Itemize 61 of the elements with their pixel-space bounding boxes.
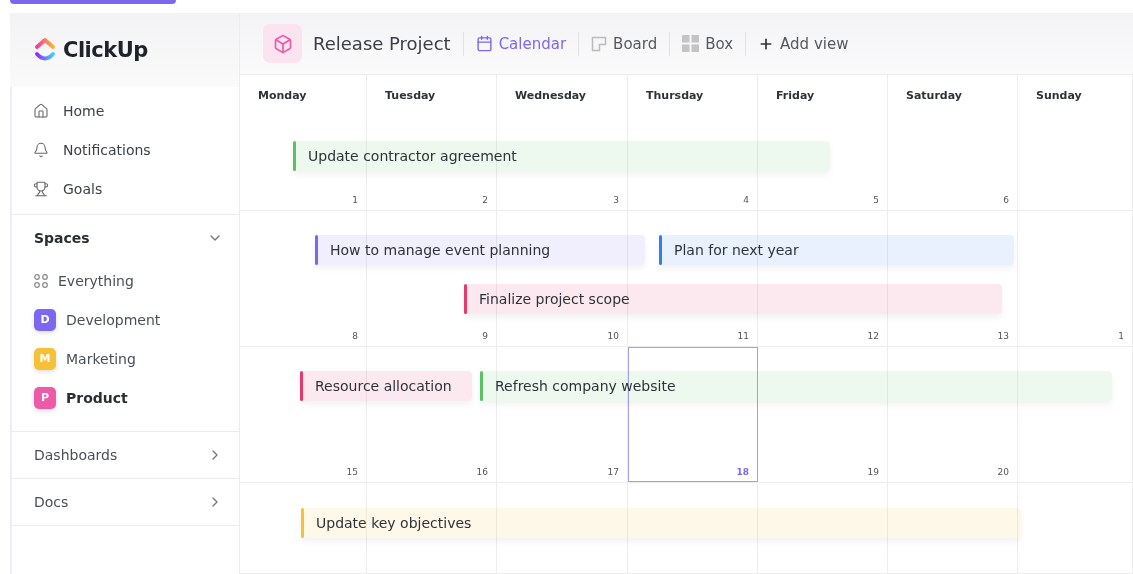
date-number: 4 [743, 195, 749, 205]
nav-item[interactable]: Notifications [63, 141, 151, 158]
section-title[interactable]: Dashboards [34, 447, 118, 463]
trophy-icon [33, 180, 49, 197]
day-name: Saturday [906, 89, 963, 102]
day-name: Monday [258, 89, 308, 102]
board-icon [591, 35, 608, 52]
date-number: 16 [476, 467, 488, 477]
date-number: 11 [737, 331, 749, 341]
view-tab[interactable]: Box [670, 34, 746, 53]
date-number: 18 [736, 467, 749, 477]
space-item[interactable]: Everything [10, 261, 239, 300]
event-bar[interactable]: Update key objectives [301, 508, 1021, 538]
grid-icon [682, 35, 700, 52]
day-name: Tuesday [385, 89, 437, 102]
space-item[interactable]: M Marketing [10, 339, 239, 378]
space-item[interactable]: P Product [10, 378, 239, 417]
calendar-icon [475, 35, 493, 52]
project-icon [263, 24, 302, 63]
date-number: 1 [1118, 331, 1124, 341]
date-number: 2 [482, 195, 488, 205]
date-number: 17 [607, 467, 619, 477]
date-number: 15 [346, 467, 358, 477]
date-number: 5 [873, 195, 879, 205]
day-name: Thursday [646, 89, 705, 102]
bell-icon [33, 141, 49, 158]
event-bar[interactable]: Update contractor agreement [293, 141, 830, 171]
space-avatar: D [34, 308, 56, 331]
event-bar[interactable]: Resource allocation [300, 371, 472, 401]
event-bar[interactable]: Plan for next year [659, 235, 1014, 265]
add-view-button[interactable]: Add view [746, 34, 861, 53]
section-title[interactable]: Spaces [34, 230, 90, 246]
space-avatar: M [34, 347, 56, 370]
date-number: 12 [867, 331, 879, 341]
date-number: 13 [997, 331, 1009, 341]
date-number: 1 [352, 195, 358, 205]
space-item[interactable]: D Development [10, 300, 239, 339]
logo-icon [34, 37, 56, 63]
project-title: Release Project [313, 33, 451, 54]
view-tab[interactable]: Calendar [463, 34, 579, 53]
nav-item[interactable]: Goals [63, 180, 103, 197]
date-number: 19 [867, 467, 879, 477]
dots-icon [34, 273, 48, 288]
space-avatar: P [34, 386, 56, 409]
date-number: 10 [607, 331, 619, 341]
section-title[interactable]: Docs [34, 494, 69, 510]
date-number: 8 [352, 331, 358, 341]
view-tab[interactable]: Board [579, 34, 670, 53]
date-number: 20 [997, 467, 1009, 477]
event-bar[interactable]: Finalize project scope [464, 284, 1002, 314]
nav-item[interactable]: Home [63, 102, 105, 119]
logo-text: ClickUp [63, 38, 148, 62]
event-bar[interactable]: How to manage event planning [315, 235, 645, 265]
day-name: Friday [776, 89, 816, 102]
date-number: 3 [613, 195, 619, 205]
date-number: 9 [482, 331, 488, 341]
day-name: Sunday [1036, 89, 1083, 102]
date-number: 6 [1003, 195, 1009, 205]
day-name: Wednesday [515, 89, 588, 102]
event-bar[interactable]: Refresh company website [480, 371, 1112, 401]
home-icon [33, 102, 49, 119]
